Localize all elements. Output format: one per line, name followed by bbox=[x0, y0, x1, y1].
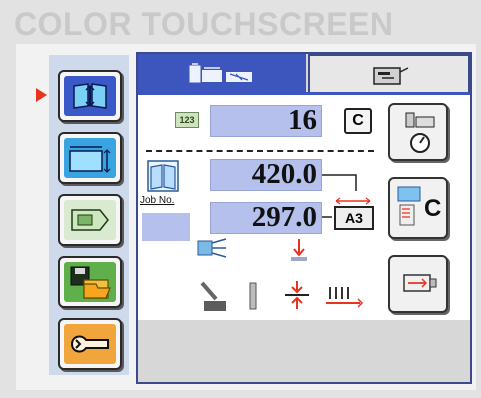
size-reset-icon bbox=[397, 186, 421, 226]
count-field[interactable]: 16 bbox=[210, 105, 322, 137]
counter-icon: 123 bbox=[175, 112, 199, 128]
feed-output-button[interactable] bbox=[388, 255, 448, 313]
counting-stack-icon bbox=[326, 287, 364, 308]
clamp-pressure-icon bbox=[285, 281, 309, 309]
settings-panel: 123 16 C 420.0 297.0 A3 Job No. C bbox=[138, 92, 470, 320]
tab-cutter[interactable] bbox=[138, 54, 306, 92]
paper-size-icon bbox=[69, 146, 111, 173]
sidebar-item-paper-size[interactable] bbox=[58, 132, 122, 184]
main-screen: 123 16 C 420.0 297.0 A3 Job No. C bbox=[136, 52, 472, 384]
job-number-label: Job No. bbox=[140, 195, 175, 206]
count-clear-button[interactable]: C bbox=[344, 108, 372, 134]
footer-area bbox=[138, 320, 470, 382]
job-number-field[interactable] bbox=[142, 213, 190, 241]
sidebar-item-book-mode[interactable] bbox=[58, 70, 122, 122]
height-field[interactable]: 297.0 bbox=[210, 202, 322, 234]
document-icon bbox=[71, 209, 109, 231]
floppy-folder-icon bbox=[70, 266, 111, 299]
paper-size-label: A3 bbox=[334, 206, 374, 230]
page-title: COLOR TOUCHSCREEN bbox=[14, 6, 394, 42]
machine-settings-button[interactable] bbox=[388, 103, 448, 161]
paper-feed-icon bbox=[197, 238, 227, 258]
active-indicator-arrow bbox=[36, 88, 47, 102]
sidebar-item-save-job[interactable] bbox=[58, 256, 122, 308]
clear-settings-button[interactable]: C bbox=[388, 177, 448, 239]
width-field[interactable]: 420.0 bbox=[210, 159, 322, 191]
divider bbox=[146, 150, 374, 152]
tab-output[interactable] bbox=[308, 54, 470, 92]
sidebar-item-document[interactable] bbox=[58, 194, 122, 246]
paper-eject-icon bbox=[403, 274, 437, 292]
clear-label: C bbox=[424, 195, 442, 222]
slope-cutter-icon bbox=[200, 281, 226, 311]
blade-icon bbox=[249, 282, 257, 310]
book-spread-icon[interactable] bbox=[146, 159, 180, 193]
machine-gauge-icon bbox=[405, 112, 435, 153]
position-down-icon bbox=[291, 239, 307, 261]
book-icon bbox=[73, 83, 107, 109]
output-tray-icon bbox=[373, 67, 409, 85]
cutter-machine-icon bbox=[189, 63, 252, 83]
wrench-icon bbox=[70, 335, 109, 353]
sidebar-item-service[interactable] bbox=[58, 318, 122, 370]
